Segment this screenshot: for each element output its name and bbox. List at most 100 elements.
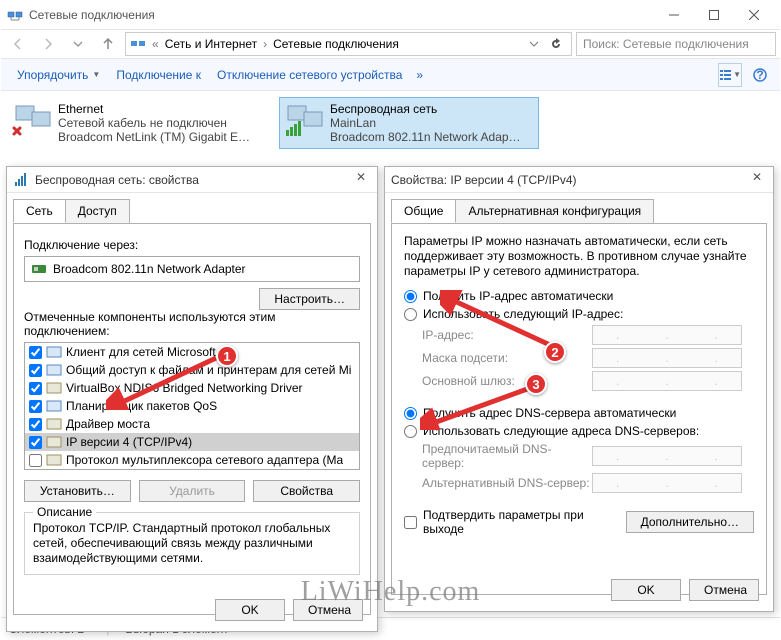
gateway-input: ... bbox=[592, 371, 742, 391]
auto-dns-radio[interactable] bbox=[404, 407, 417, 420]
address-bar[interactable]: « Сеть и Интернет › Сетевые подключения bbox=[125, 32, 572, 56]
navbar: « Сеть и Интернет › Сетевые подключения … bbox=[1, 29, 780, 59]
protocol-icon bbox=[46, 435, 62, 449]
properties-button[interactable]: Свойства bbox=[253, 480, 360, 502]
disable-device-button[interactable]: Отключение сетевого устройства bbox=[209, 64, 410, 86]
tab-alternative[interactable]: Альтернативная конфигурация bbox=[455, 199, 654, 223]
wifi-icon bbox=[284, 102, 324, 138]
connections-list: Ethernet Сетевой кабель не подключен Bro… bbox=[1, 91, 780, 155]
cancel-button[interactable]: Отмена bbox=[293, 599, 363, 621]
addr-dropdown[interactable] bbox=[523, 33, 545, 55]
breadcrumb-item[interactable]: Сетевые подключения bbox=[269, 37, 403, 51]
gateway-label: Основной шлюз: bbox=[422, 374, 592, 388]
connect-to-button[interactable]: Подключение к bbox=[108, 64, 209, 86]
component-checkbox[interactable] bbox=[29, 382, 42, 395]
ipv4-properties-dialog: Свойства: IP версии 4 (TCP/IPv4) ✕ Общие… bbox=[384, 166, 774, 612]
manual-ip-radio[interactable] bbox=[404, 308, 417, 321]
search-box[interactable]: Поиск: Сетевые подключения bbox=[576, 32, 776, 56]
component-item[interactable]: Планировщик пакетов QoS bbox=[25, 397, 359, 415]
install-button[interactable]: Установить… bbox=[24, 480, 131, 502]
adapter-properties-dialog: Беспроводная сеть: свойства ✕ Сеть Досту… bbox=[6, 166, 378, 632]
ethernet-disconnected-icon bbox=[12, 102, 52, 138]
auto-ip-radio[interactable] bbox=[404, 290, 417, 303]
manual-dns-radio[interactable] bbox=[404, 425, 417, 438]
close-button[interactable]: ✕ bbox=[747, 170, 767, 190]
help-button[interactable]: ? bbox=[748, 63, 772, 87]
maximize-button[interactable] bbox=[694, 1, 734, 29]
nav-back[interactable] bbox=[5, 32, 31, 56]
validate-label: Подтвердить параметры при выходе bbox=[423, 508, 626, 536]
chevron-right-icon: › bbox=[261, 37, 269, 51]
component-checkbox[interactable] bbox=[29, 364, 42, 377]
titlebar: Сетевые подключения bbox=[1, 1, 780, 29]
nav-up[interactable] bbox=[95, 32, 121, 56]
description-group: Описание Протокол TCP/IP. Стандартный пр… bbox=[24, 512, 360, 575]
adapter-name: Broadcom 802.11n Network Adapter bbox=[53, 262, 246, 276]
organize-menu[interactable]: Упорядочить▼ bbox=[9, 64, 108, 86]
driver-icon bbox=[46, 381, 62, 395]
bridge-icon bbox=[46, 417, 62, 431]
subnet-input: ... bbox=[592, 348, 742, 368]
tab-strip: Общие Альтернативная конфигурация bbox=[385, 193, 773, 223]
connect-via-label: Подключение через: bbox=[24, 238, 360, 252]
svg-text:?: ? bbox=[756, 68, 763, 82]
minimize-button[interactable] bbox=[654, 1, 694, 29]
connection-wifi[interactable]: Беспроводная сеть MainLan Broadcom 802.1… bbox=[279, 97, 539, 149]
refresh-button[interactable] bbox=[545, 33, 567, 55]
tab-general[interactable]: Общие bbox=[391, 199, 456, 223]
connection-ethernet[interactable]: Ethernet Сетевой кабель не подключен Bro… bbox=[7, 97, 267, 149]
window-title: Сетевые подключения bbox=[29, 8, 654, 22]
component-checkbox[interactable] bbox=[29, 418, 42, 431]
auto-dns-label: Получить адрес DNS-сервера автоматически bbox=[423, 406, 676, 420]
ok-button[interactable]: OK bbox=[215, 599, 285, 621]
qos-icon bbox=[46, 399, 62, 413]
breadcrumb-sep: « bbox=[150, 37, 161, 51]
components-list[interactable]: Клиент для сетей Microsoft Общий доступ … bbox=[24, 342, 360, 470]
component-item[interactable]: VirtualBox NDIS6 Bridged Networking Driv… bbox=[25, 379, 359, 397]
tab-panel: Параметры IP можно назначать автоматичес… bbox=[391, 223, 767, 595]
dialog-title: Беспроводная сеть: свойства bbox=[35, 173, 351, 187]
component-checkbox[interactable] bbox=[29, 436, 42, 449]
component-item-ipv4[interactable]: IP версии 4 (TCP/IPv4) bbox=[25, 433, 359, 451]
component-item[interactable]: Драйвер моста bbox=[25, 415, 359, 433]
configure-button[interactable]: Настроить… bbox=[259, 288, 360, 310]
component-item[interactable]: Клиент для сетей Microsoft bbox=[25, 343, 359, 361]
dialog-titlebar: Свойства: IP версии 4 (TCP/IPv4) ✕ bbox=[385, 167, 773, 193]
ip-address-label: IP-адрес: bbox=[422, 328, 592, 342]
manual-dns-label: Использовать следующие адреса DNS-сервер… bbox=[423, 424, 699, 438]
ok-button[interactable]: OK bbox=[611, 579, 681, 601]
subnet-label: Маска подсети: bbox=[422, 351, 592, 365]
ipv4-description: Параметры IP можно назначать автоматичес… bbox=[404, 234, 754, 279]
nav-forward[interactable] bbox=[35, 32, 61, 56]
client-icon bbox=[46, 345, 62, 359]
component-checkbox[interactable] bbox=[29, 400, 42, 413]
auto-ip-label: Получить IP-адрес автоматически bbox=[423, 289, 613, 303]
component-checkbox[interactable] bbox=[29, 346, 42, 359]
tab-access[interactable]: Доступ bbox=[65, 199, 130, 223]
validate-checkbox[interactable] bbox=[404, 516, 417, 529]
adapter-field: Broadcom 802.11n Network Adapter bbox=[24, 256, 360, 282]
component-item[interactable]: Общий доступ к файлам и принтерам для се… bbox=[25, 361, 359, 379]
close-button[interactable]: ✕ bbox=[351, 170, 371, 190]
tab-strip: Сеть Доступ bbox=[7, 193, 377, 223]
view-mode-button[interactable]: ▼ bbox=[718, 63, 742, 87]
more-chevron-icon[interactable]: » bbox=[416, 68, 423, 82]
advanced-button[interactable]: Дополнительно… bbox=[626, 511, 754, 533]
cancel-button[interactable]: Отмена bbox=[689, 579, 759, 601]
dialog-titlebar: Беспроводная сеть: свойства ✕ bbox=[7, 167, 377, 193]
tab-panel: Подключение через: Broadcom 802.11n Netw… bbox=[13, 223, 371, 615]
close-button[interactable] bbox=[734, 1, 774, 29]
network-connections-icon bbox=[7, 7, 23, 23]
breadcrumb-item[interactable]: Сеть и Интернет bbox=[161, 37, 261, 51]
share-icon bbox=[46, 363, 62, 377]
component-checkbox[interactable] bbox=[29, 454, 42, 467]
tab-network[interactable]: Сеть bbox=[13, 199, 66, 223]
dialog-title: Свойства: IP версии 4 (TCP/IPv4) bbox=[391, 173, 747, 187]
alt-dns-input: ... bbox=[592, 473, 742, 493]
ip-address-input: ... bbox=[592, 325, 742, 345]
alt-dns-label: Альтернативный DNS-сервер: bbox=[422, 476, 592, 490]
description-text: Протокол TCP/IP. Стандартный протокол гл… bbox=[33, 521, 351, 566]
component-item[interactable]: Протокол мультиплексора сетевого адаптер… bbox=[25, 451, 359, 469]
nav-recent[interactable] bbox=[65, 32, 91, 56]
connection-device: Broadcom 802.11n Network Adap… bbox=[330, 130, 521, 144]
